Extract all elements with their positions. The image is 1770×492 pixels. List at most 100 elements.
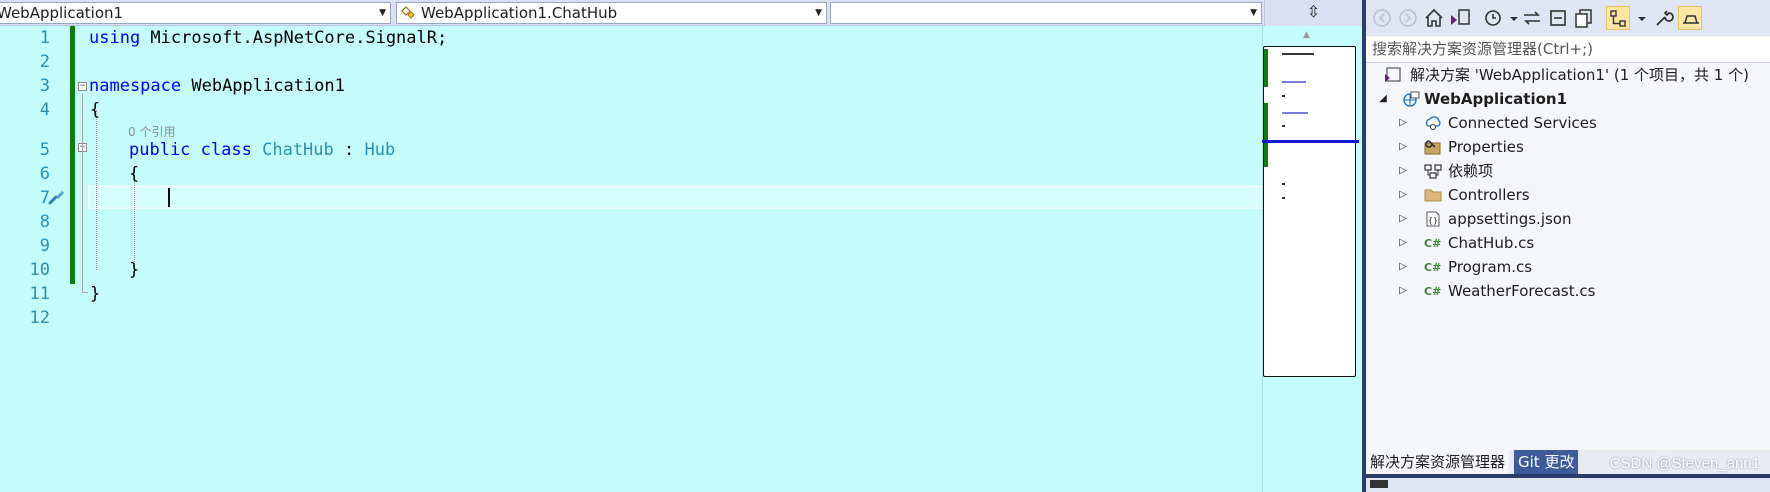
line-number: 10 (29, 260, 50, 280)
web-project-icon (1403, 91, 1420, 107)
project-dropdown[interactable]: WebApplication1 ▼ (0, 2, 391, 24)
connected-services-icon (1425, 116, 1441, 130)
preview-selected-items-button[interactable] (1606, 6, 1630, 30)
svg-text:C#: C# (1424, 237, 1441, 250)
tree-item-properties[interactable]: ▷ Properties (1366, 135, 1770, 159)
caret-position-marker (1262, 140, 1359, 143)
map-line (1282, 112, 1308, 114)
line-number: 2 (39, 52, 50, 72)
collapse-all-button[interactable] (1546, 6, 1570, 30)
collapsed-arrow-icon[interactable]: ▷ (1398, 135, 1408, 159)
tree-item-dependencies[interactable]: ▷ 依赖项 (1366, 159, 1770, 183)
change-marker (1264, 49, 1268, 87)
line-number: 7 (39, 188, 50, 208)
chevron-down-icon: ▼ (1250, 8, 1257, 18)
collapsed-arrow-icon[interactable]: ▷ (1398, 231, 1408, 255)
expanded-arrow-icon[interactable]: ◢ (1378, 87, 1388, 111)
panel-title-stub (1370, 480, 1388, 488)
lower-panel-header (1366, 474, 1770, 492)
line-number: 6 (39, 164, 50, 184)
json-file-icon: {} (1426, 211, 1440, 227)
collapsed-arrow-icon[interactable]: ▷ (1398, 183, 1408, 207)
code-line: { (90, 100, 101, 120)
chevron-down-icon: ▼ (379, 8, 386, 18)
tree-item-label: Controllers (1448, 186, 1530, 204)
line-number: 4 (39, 100, 50, 120)
code-editor[interactable]: − − 1 2 3 4 5 6 7 8 9 10 11 12 using Mic… (0, 26, 1262, 492)
properties-button[interactable] (1652, 6, 1676, 30)
line-number: 3 (39, 76, 50, 96)
solution-explorer-toolbar (1366, 0, 1770, 36)
svg-text:{}: {} (1428, 216, 1438, 225)
quick-actions-icon[interactable] (48, 189, 66, 205)
sync-with-active-document-button[interactable] (1520, 6, 1544, 30)
project-dropdown-value: WebApplication1 (0, 4, 124, 22)
code-line: } (129, 260, 140, 280)
collapse-all-icon (1550, 10, 1566, 26)
code-line: using Microsoft.AspNetCore.SignalR; (89, 28, 448, 48)
switch-views-button[interactable] (1448, 6, 1472, 30)
home-icon (1425, 8, 1443, 27)
text-caret (168, 188, 170, 207)
collapsed-arrow-icon[interactable]: ▷ (1398, 279, 1408, 303)
view-options-dropdown[interactable] (1630, 6, 1646, 30)
map-line (1282, 183, 1285, 185)
type-dropdown[interactable]: WebApplication1.ChatHub ▼ (396, 2, 827, 24)
line-number: 12 (29, 308, 50, 328)
copy-files-icon (1575, 9, 1592, 28)
sync-icon (1524, 11, 1540, 25)
folder-icon (1424, 189, 1442, 202)
tree-item-label: 依赖项 (1448, 162, 1494, 180)
csharp-file-icon: C# (1424, 285, 1441, 298)
tree-item-controllers[interactable]: ▷ Controllers (1366, 183, 1770, 207)
tree-item-connected-services[interactable]: ▷ Connected Services (1366, 111, 1770, 135)
tab-solution-explorer[interactable]: 解决方案资源管理器 (1366, 450, 1510, 474)
tree-item-label: Program.cs (1448, 258, 1533, 276)
split-window-button[interactable]: ⇳ (1264, 0, 1362, 26)
show-all-files-button[interactable] (1572, 6, 1596, 30)
tree-item-label: WebApplication1 (1424, 90, 1568, 108)
tree-item-label: 解决方案 'WebApplication1' (1 个项目，共 1 个) (1410, 66, 1749, 84)
current-line-highlight (88, 185, 1262, 209)
tab-git-changes[interactable]: Git 更改 (1514, 450, 1579, 474)
tree-item-appsettings[interactable]: ▷ {} appsettings.json (1366, 207, 1770, 231)
split-icon: ⇳ (1306, 2, 1321, 21)
collapsed-arrow-icon[interactable]: ▷ (1398, 255, 1408, 279)
csharp-file-icon: C# (1424, 237, 1441, 250)
change-marker (1264, 103, 1268, 167)
tree-item-label: Connected Services (1448, 114, 1597, 132)
tree-item-project[interactable]: ◢ WebApplication1 (1366, 87, 1770, 111)
preview-button[interactable] (1678, 6, 1702, 30)
scrollbar-map-viewport[interactable] (1262, 46, 1359, 377)
line-number: 1 (39, 28, 50, 48)
change-bar (70, 124, 75, 284)
member-dropdown[interactable]: ▼ (830, 2, 1262, 24)
map-line (1282, 81, 1306, 83)
tree-item-solution[interactable]: 解决方案 'WebApplication1' (1 个项目，共 1 个) (1366, 63, 1770, 87)
back-button[interactable] (1370, 6, 1394, 30)
chevron-down-icon (1638, 17, 1646, 21)
collapsed-arrow-icon[interactable]: ▷ (1398, 111, 1408, 135)
filter-dropdown[interactable] (1502, 6, 1518, 30)
svg-text:C#: C# (1424, 261, 1441, 274)
collapsed-arrow-icon[interactable]: ▷ (1398, 207, 1408, 231)
collapsed-arrow-icon[interactable]: ▷ (1398, 159, 1408, 183)
scroll-up-icon[interactable]: ▲ (1303, 30, 1310, 40)
reference-count-codelens[interactable]: 0 个引用 (128, 123, 175, 140)
indent-guide (96, 110, 97, 270)
visual-studio-icon (1451, 9, 1470, 25)
forward-button[interactable] (1396, 6, 1420, 30)
collapse-namespace-button[interactable]: − (78, 82, 87, 91)
csharp-file-icon: C# (1424, 261, 1441, 274)
line-number: 11 (29, 284, 50, 304)
solution-explorer: 搜索解决方案资源管理器(Ctrl+;) 解决方案 'WebApplication… (1366, 0, 1770, 492)
code-line: { (129, 164, 140, 184)
code-line: } (90, 284, 101, 304)
dependencies-icon (1424, 164, 1442, 179)
home-button[interactable] (1422, 6, 1446, 30)
tree-item-weatherforecast[interactable]: ▷ C# WeatherForecast.cs (1366, 279, 1770, 303)
class-icon (401, 6, 415, 19)
tree-item-program[interactable]: ▷ C# Program.cs (1366, 255, 1770, 279)
solution-explorer-search-input[interactable]: 搜索解决方案资源管理器(Ctrl+;) (1366, 37, 1770, 63)
tree-item-chathub[interactable]: ▷ C# ChatHub.cs (1366, 231, 1770, 255)
